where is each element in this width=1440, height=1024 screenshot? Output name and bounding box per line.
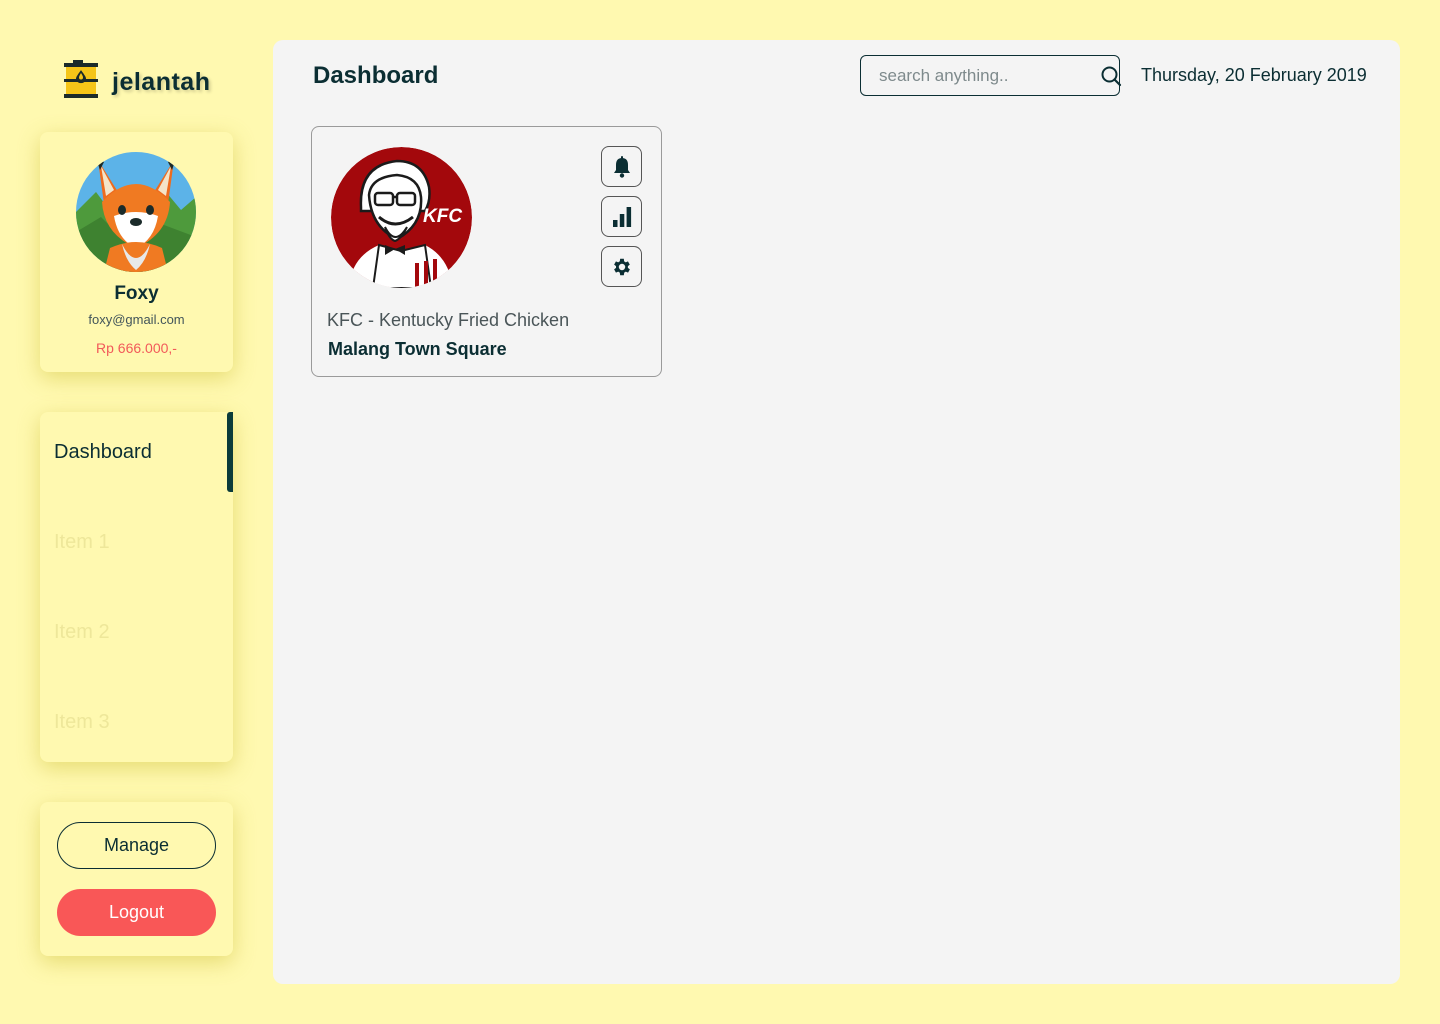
notifications-button[interactable]: [601, 146, 642, 187]
store-card[interactable]: KFC KFC - Kentucky Fried Chicken Malang …: [311, 126, 662, 377]
statistics-button[interactable]: [601, 196, 642, 237]
logo-text: jelantah: [112, 68, 211, 96]
page-title: Dashboard: [313, 62, 439, 89]
app-root: jelantah Foxy foxy@gmail.com Rp 666.000,…: [0, 0, 1440, 1024]
store-brand: KFC - Kentucky Fried Chicken: [327, 310, 570, 330]
logout-button[interactable]: Logout: [57, 889, 216, 936]
sidebar-item-item-2[interactable]: Item 2: [40, 592, 233, 672]
kfc-logo: KFC: [331, 147, 472, 288]
bell-icon: [613, 155, 630, 178]
sidebar-nav: Dashboard Item 1 Item 2 Item 3: [40, 412, 233, 762]
sidebar-item-label: Item 3: [54, 710, 110, 733]
search-bar: [860, 55, 1122, 96]
avatar[interactable]: [76, 152, 196, 272]
current-date: Thursday, 20 February 2019: [1141, 65, 1367, 85]
oil-barrel-icon: [64, 60, 98, 105]
sidebar-item-item-3[interactable]: Item 3: [40, 682, 233, 762]
kfc-logo-text: KFC: [423, 206, 462, 227]
sidebar-item-label: Dashboard: [54, 440, 152, 463]
store-location: Malang Town Square: [328, 339, 507, 359]
profile-balance: Rp 666.000,-: [96, 340, 177, 356]
sidebar-item-label: Item 2: [54, 620, 110, 643]
bar-chart-icon: [612, 206, 631, 227]
main-panel: Dashboard Thursday, 20 February 2019: [273, 40, 1400, 984]
app-logo[interactable]: jelantah: [64, 60, 210, 105]
sidebar-item-label: Item 1: [54, 530, 110, 553]
fox-avatar-icon: [76, 152, 196, 272]
gear-icon: [613, 258, 630, 275]
search-input[interactable]: [879, 65, 1100, 86]
settings-button[interactable]: [601, 246, 642, 287]
manage-button[interactable]: Manage: [57, 822, 216, 869]
sidebar-item-dashboard[interactable]: Dashboard: [40, 412, 233, 492]
active-indicator: [227, 412, 233, 492]
sidebar-item-item-1[interactable]: Item 1: [40, 502, 233, 582]
profile-email: foxy@gmail.com: [88, 312, 185, 327]
profile-name: Foxy: [114, 283, 159, 304]
account-actions: Manage Logout: [40, 802, 233, 956]
profile-card: Foxy foxy@gmail.com Rp 666.000,-: [40, 132, 233, 372]
search-icon[interactable]: [1100, 65, 1122, 87]
